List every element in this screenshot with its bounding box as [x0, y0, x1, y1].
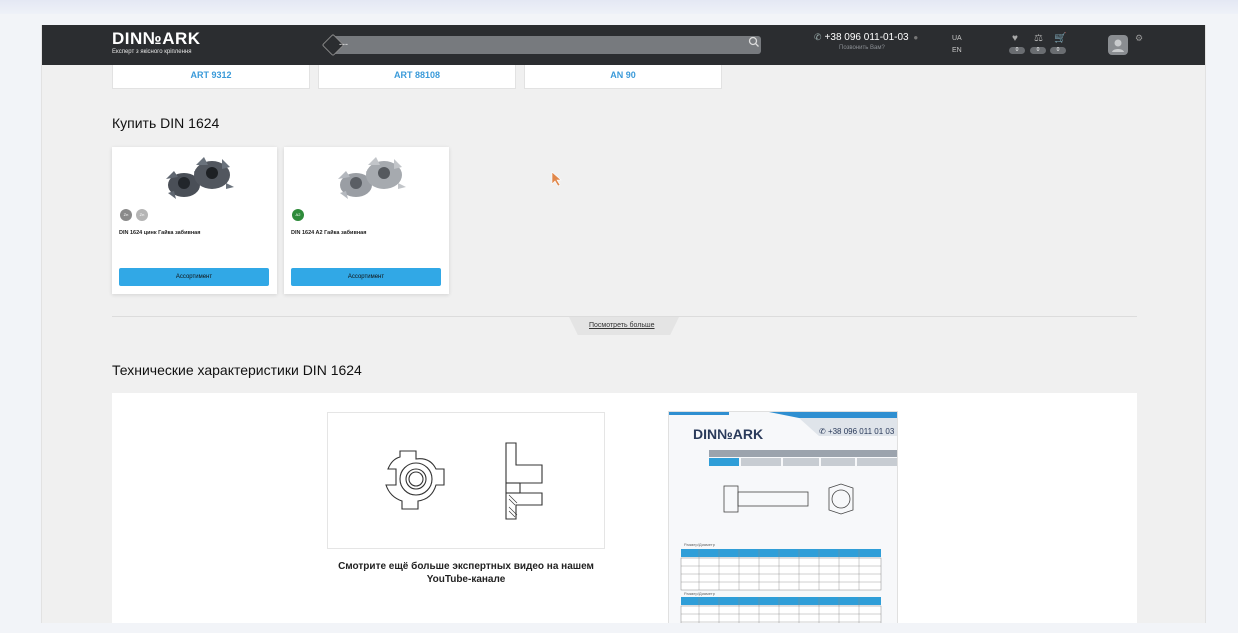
related-an-90[interactable]: AN 90 — [524, 65, 722, 89]
tech-section-title: Технические характеристики DIN 1624 — [112, 362, 362, 378]
search-icon[interactable] — [745, 36, 763, 54]
show-more-link[interactable]: Посмотреть больше — [589, 322, 655, 329]
lang-en[interactable]: EN — [952, 47, 962, 54]
datasheet-phone: ✆ +38 096 011 01 03 — [819, 427, 895, 436]
product-image[interactable] — [152, 153, 242, 203]
compare-icon[interactable]: ⚖ — [1034, 33, 1043, 44]
logo-tagline: Експерт з якісного кріплення — [112, 49, 192, 55]
site-header: DIN№ARK Експерт з якісного кріплення ---… — [42, 25, 1205, 65]
youtube-caption[interactable]: Смотрите ещё больше экспертных видео на … — [327, 560, 605, 586]
search-input[interactable]: --- — [339, 39, 348, 49]
product-name[interactable]: DIN 1624 A2 Гайка забивная — [291, 230, 366, 236]
phone-icon: ✆ — [814, 32, 822, 42]
lang-ua[interactable]: UA — [952, 35, 962, 42]
gear-icon[interactable]: ⚙ — [1135, 33, 1143, 44]
coating-chip-zn: Zn — [120, 209, 132, 221]
coating-chip-zn-2: Zn — [136, 209, 148, 221]
heart-icon[interactable]: ♥ — [1012, 33, 1018, 44]
datasheet-logo: DIN№ARK — [693, 426, 764, 442]
callback-link[interactable]: Позвонить Вам? — [839, 45, 885, 51]
product-name[interactable]: DIN 1624 цинк Гайка забивная — [119, 230, 200, 236]
phone-text: +38 096 011-01-03 — [824, 32, 909, 43]
wishlist-badge: 0 — [1009, 47, 1025, 54]
material-chip-a2: A2 — [292, 209, 304, 221]
t-nut-drawing — [385, 442, 543, 520]
datasheet-image[interactable]: DIN№ARK ✆ +38 096 011 01 03 Размер/Диаме… — [668, 411, 898, 623]
browser-top-strip — [0, 0, 1238, 14]
page-viewport: DIN№ARK Експерт з якісного кріплення ---… — [41, 25, 1206, 623]
logo[interactable]: DIN№ARK Експерт з якісного кріплення — [112, 29, 201, 56]
user-avatar-icon[interactable] — [1108, 35, 1128, 55]
datasheet-label-1: Размер/Диаметр — [684, 542, 715, 547]
logo-text: DIN№ARK — [112, 29, 201, 48]
search-bar[interactable]: --- — [321, 33, 763, 57]
buy-section-title: Купить DIN 1624 — [112, 115, 220, 131]
technical-drawing[interactable] — [327, 412, 605, 549]
tech-panel: Смотрите ещё больше экспертных видео на … — [112, 393, 1137, 623]
assortment-button[interactable]: Ассортимент — [291, 268, 441, 286]
phone-number[interactable]: ✆ +38 096 011-01-03 ● — [814, 32, 918, 43]
section-divider — [112, 316, 1137, 317]
related-art-9312[interactable]: ART 9312 — [112, 65, 310, 89]
compare-badge: 0 — [1030, 47, 1046, 54]
product-card-zinc[interactable]: Zn Zn DIN 1624 цинк Гайка забивная Ассор… — [112, 147, 277, 294]
mouse-cursor-icon — [551, 171, 562, 187]
cart-icon[interactable]: 🛒 — [1054, 33, 1066, 44]
cart-badge: 0 — [1050, 47, 1066, 54]
assortment-button[interactable]: Ассортимент — [119, 268, 269, 286]
related-art-88108[interactable]: ART 88108 — [318, 65, 516, 89]
info-icon[interactable]: ● — [913, 33, 918, 42]
product-card-a2[interactable]: A2 DIN 1624 A2 Гайка забивная Ассортимен… — [284, 147, 449, 294]
datasheet-label-2: Размер/Диаметр — [684, 591, 715, 596]
product-image[interactable] — [324, 153, 414, 203]
